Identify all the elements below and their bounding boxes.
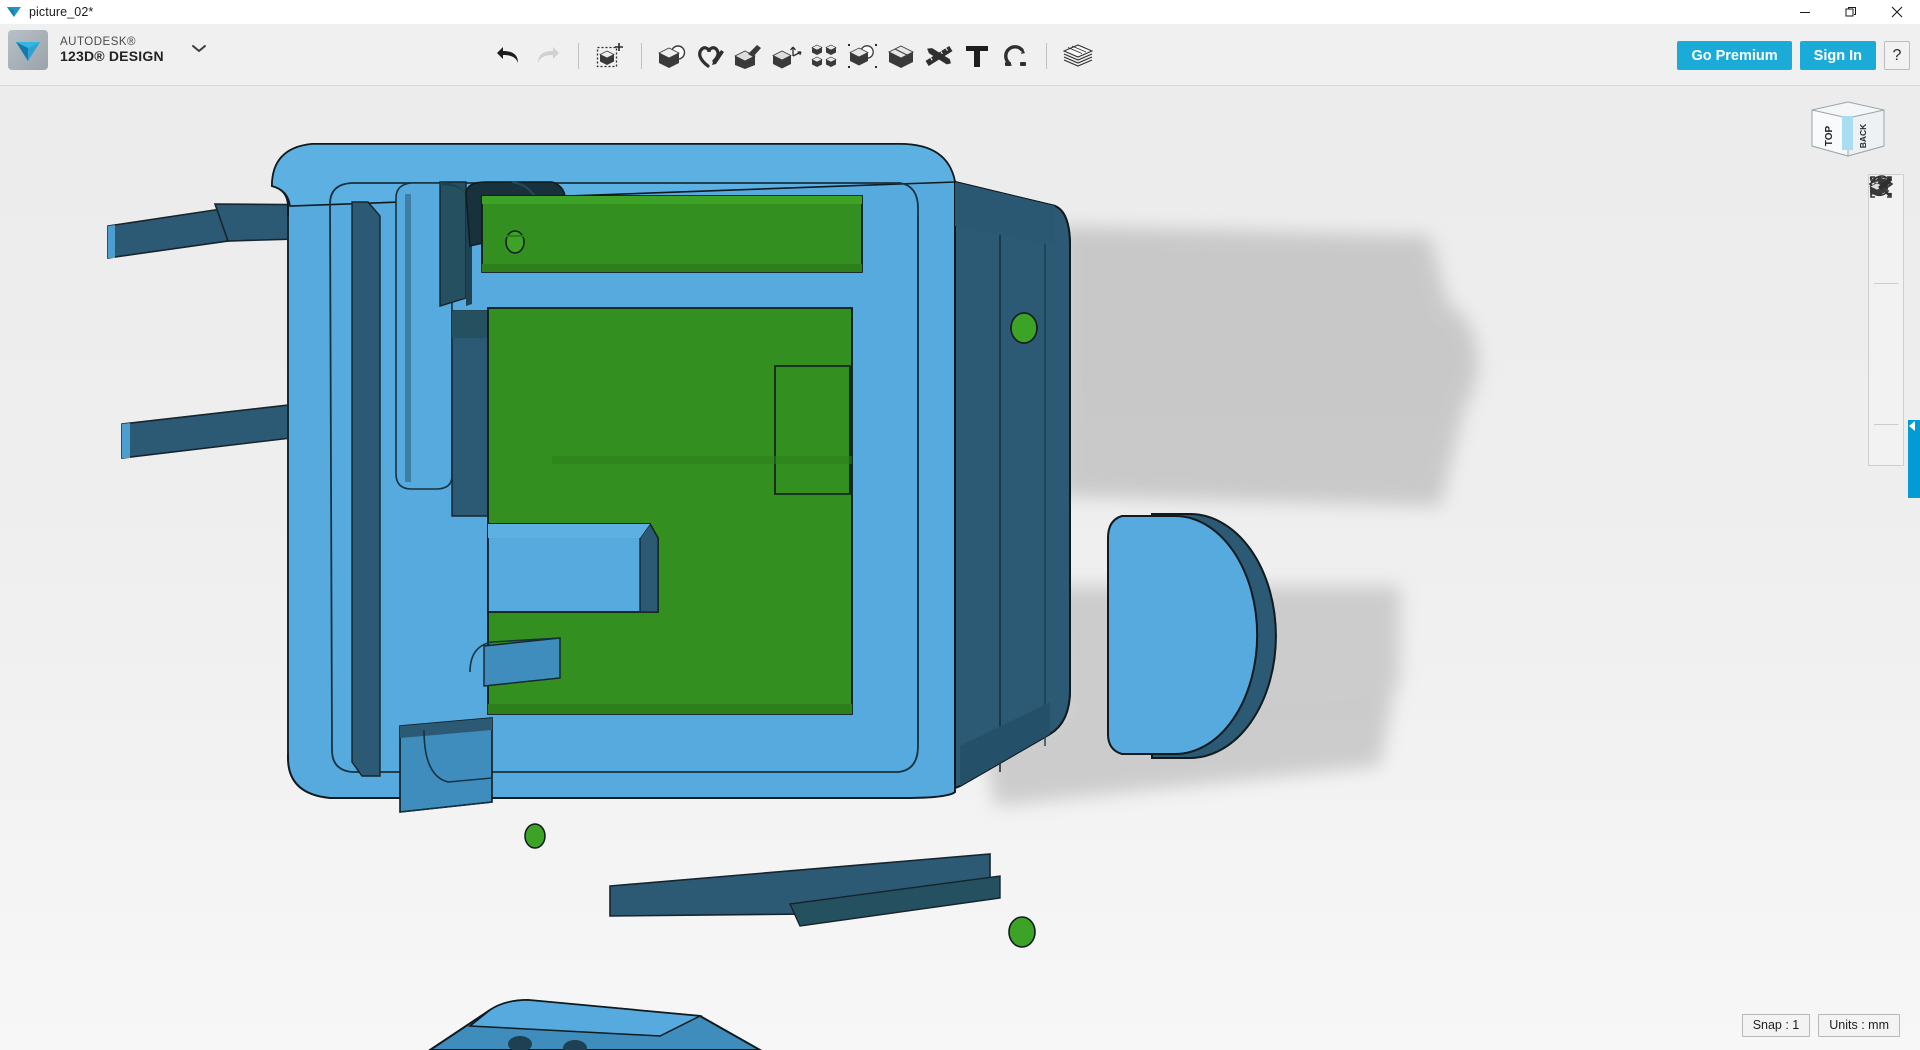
brand-text: AUTODESK® 123D® DESIGN [60, 36, 164, 65]
brand-block[interactable]: AUTODESK® 123D® DESIGN [8, 30, 208, 70]
pattern-button[interactable] [806, 36, 844, 76]
measure-button[interactable] [920, 36, 958, 76]
zoom-tool-button[interactable] [1869, 176, 1903, 281]
text-button[interactable] [958, 36, 996, 76]
snap-button[interactable] [996, 36, 1034, 76]
grid-settings-button[interactable] [1869, 176, 1903, 422]
viewcube-top-label: TOP [1824, 125, 1835, 146]
minimize-button[interactable] [1782, 0, 1828, 24]
fit-view-button[interactable] [1869, 176, 1903, 320]
viewcube-back-label: BACK [1858, 123, 1868, 148]
toolbar-separator [578, 43, 579, 69]
toolbar-separator [641, 43, 642, 69]
title-bar-left: picture_02* [0, 5, 93, 19]
status-bar: Snap : 1 Units : mm [1741, 1014, 1900, 1037]
help-button[interactable]: ? [1884, 41, 1910, 70]
app-window: picture_02* AUTODESK® 123D® DESIGN Go Pr… [0, 0, 1920, 1050]
units-status[interactable]: Units : mm [1818, 1014, 1900, 1037]
model-3d-scene [107, 143, 1478, 1050]
document-title: picture_02* [29, 5, 94, 19]
view-cube[interactable]: TOP BACK [1806, 94, 1890, 164]
grouping-button[interactable] [844, 36, 882, 76]
lid-part [428, 998, 763, 1050]
interior-shelf [487, 522, 659, 613]
toolbar-separator [1046, 43, 1047, 69]
transform-button[interactable] [591, 36, 629, 76]
chevron-down-icon[interactable] [190, 41, 208, 59]
interior-ledge [469, 637, 561, 687]
undo-button[interactable] [490, 36, 528, 76]
window-controls [1782, 0, 1920, 24]
snap-status[interactable]: Snap : 1 [1741, 1014, 1811, 1037]
orbit-tool-button[interactable] [1869, 175, 1903, 247]
combine-button[interactable] [882, 36, 920, 76]
main-toolbar: AUTODESK® 123D® DESIGN Go Premium Sign I… [0, 24, 1920, 86]
grid-snap-button[interactable] [1869, 176, 1903, 461]
rail-separator [1874, 424, 1898, 425]
sketch-button[interactable] [692, 36, 730, 76]
wall-cutout [399, 717, 493, 813]
visibility-button[interactable] [1869, 178, 1903, 388]
display-mode-button[interactable] [1869, 176, 1903, 354]
construct-button[interactable] [730, 36, 768, 76]
account-actions: Go Premium Sign In ? [1677, 41, 1910, 70]
autodesk-logo-icon [8, 30, 48, 70]
tool-buttons [490, 34, 1097, 78]
close-button[interactable] [1874, 0, 1920, 24]
modify-button[interactable] [768, 36, 806, 76]
rail-separator [1874, 283, 1898, 284]
brand-company: AUTODESK® [60, 35, 137, 48]
materials-button[interactable] [1059, 36, 1097, 76]
sign-in-button[interactable]: Sign In [1799, 41, 1876, 70]
lower-sill [609, 853, 1001, 927]
redo-button[interactable] [528, 36, 566, 76]
restore-button[interactable] [1828, 0, 1874, 24]
title-bar: picture_02* [0, 0, 1920, 24]
cylindrical-boss [1107, 513, 1277, 759]
go-premium-button[interactable]: Go Premium [1677, 41, 1792, 70]
view-tool-rail [1868, 174, 1904, 466]
primitives-button[interactable] [654, 36, 692, 76]
document-triangle-icon [6, 6, 22, 18]
side-panel-handle[interactable] [1908, 420, 1920, 498]
brand-product: 123D® DESIGN [60, 47, 164, 64]
viewport-canvas[interactable]: TOP BACK Snap: 1 Units: mm [0, 86, 1920, 1050]
